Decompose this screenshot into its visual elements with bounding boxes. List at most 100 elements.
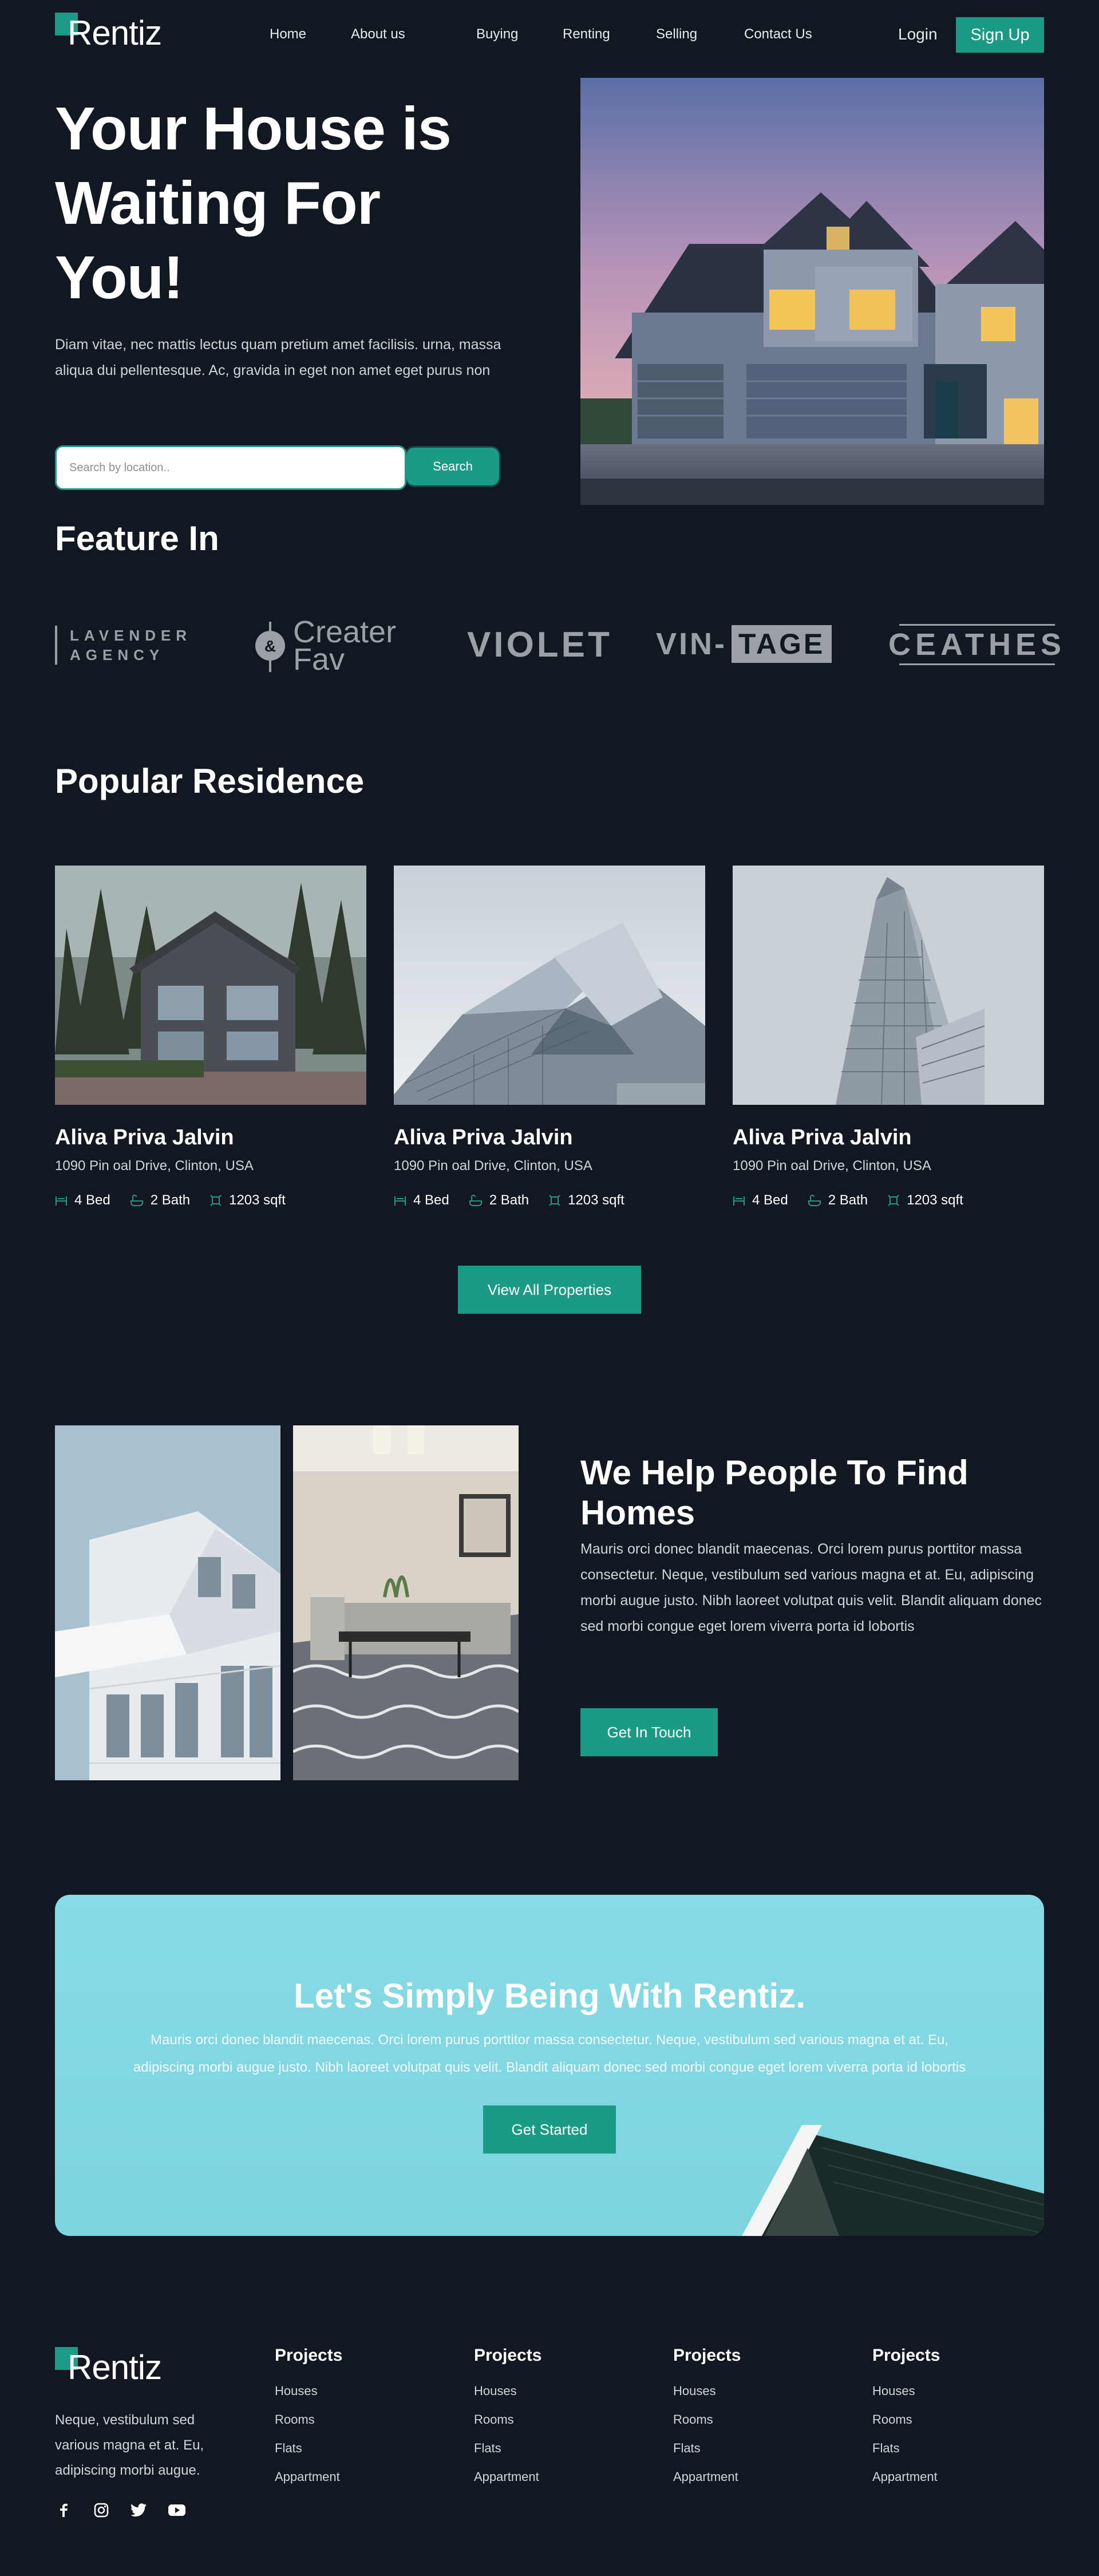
brand-logo[interactable]: Rentiz — [55, 13, 175, 50]
nav-link-about[interactable]: About us — [351, 26, 405, 42]
creater-fav-logo-icon: & — [255, 622, 285, 672]
bed-count: 4 Bed — [733, 1192, 788, 1208]
footer-link[interactable]: Houses — [673, 2384, 741, 2399]
footer-link[interactable]: Flats — [275, 2441, 342, 2456]
bath-icon — [130, 1195, 143, 1206]
footer-link[interactable]: Houses — [872, 2384, 940, 2399]
nav-link-selling[interactable]: Selling — [656, 26, 697, 42]
ceathes-bottom-rule — [899, 663, 1055, 665]
property-image — [394, 866, 705, 1105]
bed-label: 4 Bed — [413, 1192, 449, 1208]
footer-link[interactable]: Flats — [474, 2441, 541, 2456]
footer-link[interactable]: Houses — [474, 2384, 541, 2399]
footer-column-title: Projects — [474, 2346, 542, 2365]
nav-link-home[interactable]: Home — [270, 26, 306, 42]
instagram-icon[interactable] — [93, 2502, 110, 2519]
area-size: 1203 sqft — [887, 1192, 963, 1208]
popular-title: Popular Residence — [55, 762, 365, 800]
bed-icon — [394, 1196, 406, 1206]
brand-text: VIN- — [656, 627, 727, 661]
footer-link[interactable]: Rooms — [872, 2412, 940, 2427]
hero-title: Your House is Waiting For You! — [55, 92, 547, 315]
get-started-button[interactable]: Get Started — [483, 2105, 616, 2154]
view-all-properties-button[interactable]: View All Properties — [458, 1266, 641, 1314]
hero-subtitle: Diam vitae, nec mattis lectus quam preti… — [55, 337, 501, 378]
brand-violet: VIOLET — [467, 625, 612, 665]
bed-icon — [56, 1196, 67, 1206]
footer-brand-logo[interactable]: Rentiz — [55, 2347, 175, 2385]
youtube-icon[interactable] — [168, 2502, 185, 2519]
footer-link[interactable]: Flats — [673, 2441, 741, 2456]
bath-label: 2 Bath — [150, 1192, 191, 1208]
cta-text-line: adipiscing morbi augue justo. Nibh laore… — [133, 2060, 966, 2075]
area-label: 1203 sqft — [907, 1192, 963, 1208]
bath-count: 2 Bath — [808, 1192, 868, 1208]
footer-link[interactable]: Appartment — [673, 2470, 741, 2484]
glass-building-illustration — [394, 866, 705, 1105]
bath-icon — [469, 1195, 482, 1206]
bed-icon — [733, 1196, 745, 1206]
footer-link[interactable]: Appartment — [275, 2470, 342, 2484]
hero-title-line: You! — [55, 244, 184, 311]
help-title-line: We Help People To Find — [580, 1453, 968, 1492]
search-field[interactable] — [55, 445, 406, 490]
twitter-icon[interactable] — [131, 2502, 148, 2519]
facebook-icon[interactable] — [55, 2502, 72, 2519]
footer-link[interactable]: Appartment — [872, 2470, 940, 2484]
cta-text: Mauris orci donec blandit maecenas. Orci… — [55, 2026, 1044, 2081]
help-image-living-room — [293, 1425, 519, 1780]
svg-text:&: & — [264, 637, 276, 655]
footer-column: Projects Houses Rooms Flats Appartment — [275, 2346, 342, 2484]
bath-label: 2 Bath — [828, 1192, 868, 1208]
area-icon — [210, 1195, 222, 1206]
brand-lavender-agency: LAVENDER AGENCY — [55, 625, 192, 665]
property-card[interactable]: Aliva Priva Jalvin 1090 Pin oal Drive, C… — [733, 866, 1044, 1220]
footer-link[interactable]: Rooms — [474, 2412, 541, 2427]
area-icon — [549, 1195, 560, 1206]
nav-link-buying[interactable]: Buying — [476, 26, 518, 42]
nav-link-renting[interactable]: Renting — [563, 26, 610, 42]
brand-text: LAVENDER — [70, 627, 192, 644]
nav-link-contact[interactable]: Contact Us — [744, 26, 812, 42]
brand-ceathes: CEATHES — [888, 622, 1066, 667]
social-links — [55, 2502, 185, 2519]
help-text: Mauris orci donec blandit maecenas. Orci… — [580, 1541, 1042, 1634]
footer-link[interactable]: Flats — [872, 2441, 940, 2456]
area-size: 1203 sqft — [209, 1192, 286, 1208]
help-image-building — [55, 1425, 280, 1780]
property-name[interactable]: Aliva Priva Jalvin — [733, 1125, 1044, 1150]
login-link[interactable]: Login — [898, 25, 938, 44]
hero-title-line: Waiting For — [55, 169, 381, 237]
footer-link[interactable]: Rooms — [673, 2412, 741, 2427]
area-label: 1203 sqft — [568, 1192, 624, 1208]
forest-house-illustration — [55, 866, 366, 1105]
cta-title: Let's Simply Being With Rentiz. — [294, 1977, 805, 2015]
cta-banner: Let's Simply Being With Rentiz. Mauris o… — [55, 1895, 1044, 2236]
footer-link[interactable]: Appartment — [474, 2470, 541, 2484]
bed-label: 4 Bed — [74, 1192, 110, 1208]
house-illustration — [580, 78, 1044, 505]
property-name[interactable]: Aliva Priva Jalvin — [394, 1125, 705, 1150]
help-title-line: Homes — [580, 1494, 695, 1532]
footer-brand-name: Rentiz — [68, 2348, 162, 2387]
living-room-illustration — [293, 1425, 519, 1780]
skyscraper-illustration — [733, 866, 1044, 1105]
signup-button[interactable]: Sign Up — [956, 17, 1044, 53]
footer-link[interactable]: Houses — [275, 2384, 342, 2399]
footer-column-title: Projects — [872, 2346, 940, 2365]
search-button[interactable]: Search — [406, 448, 499, 485]
property-card[interactable]: Aliva Priva Jalvin 1090 Pin oal Drive, C… — [394, 866, 705, 1220]
featured-title: Feature In — [55, 519, 219, 558]
brand-text: TAGE — [732, 625, 832, 663]
search-input[interactable] — [57, 447, 405, 488]
get-in-touch-button[interactable]: Get In Touch — [580, 1708, 718, 1756]
area-size: 1203 sqft — [548, 1192, 624, 1208]
bed-count: 4 Bed — [55, 1192, 110, 1208]
footer-link[interactable]: Rooms — [275, 2412, 342, 2427]
property-address: 1090 Pin oal Drive, Clinton, USA — [733, 1158, 931, 1174]
bath-icon — [808, 1195, 821, 1206]
property-card[interactable]: Aliva Priva Jalvin 1090 Pin oal Drive, C… — [55, 866, 366, 1220]
property-image — [55, 866, 366, 1105]
property-name[interactable]: Aliva Priva Jalvin — [55, 1125, 366, 1150]
brand-text: AGENCY — [70, 646, 165, 663]
